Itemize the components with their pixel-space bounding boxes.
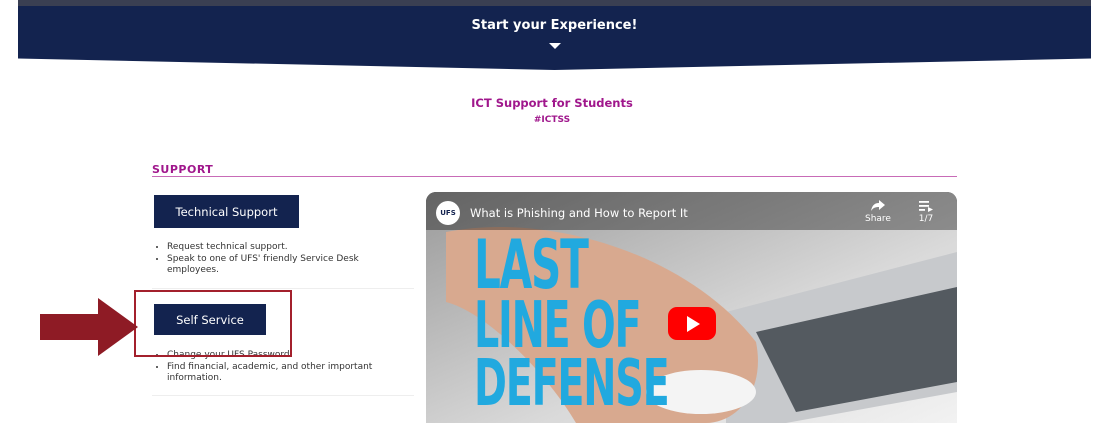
share-label: Share	[865, 214, 891, 224]
play-icon	[687, 315, 700, 332]
page-heading: ICT Support for Students	[471, 96, 633, 110]
channel-logo[interactable]: UFS	[436, 201, 460, 225]
video-player[interactable]: UFS What is Phishing and How to Report I…	[426, 192, 957, 423]
banner-title: Start your Experience!	[471, 18, 638, 33]
playlist-count: 1/7	[918, 214, 934, 224]
page-hashtag: #ICTSS	[533, 115, 571, 125]
share-button[interactable]: Share	[860, 200, 896, 224]
support-section-label: SUPPORT	[152, 163, 214, 176]
playlist-icon	[919, 201, 933, 212]
video-title[interactable]: What is Phishing and How to Report It	[470, 206, 688, 220]
list-item: Find financial, academic, and other impo…	[167, 362, 417, 385]
technical-support-list: Request technical support. Speak to one …	[153, 242, 407, 277]
playlist-button[interactable]: 1/7	[911, 200, 941, 224]
arrow-right-icon	[40, 298, 138, 356]
list-item: Speak to one of UFS' friendly Service De…	[167, 254, 407, 277]
row-divider	[152, 395, 414, 396]
start-experience-banner[interactable]: Start your Experience!	[18, 6, 1091, 70]
caret-down-icon[interactable]	[548, 43, 561, 49]
play-button[interactable]	[668, 307, 716, 340]
highlight-box	[134, 290, 292, 357]
technical-support-button[interactable]: Technical Support	[154, 195, 299, 228]
list-item: Request technical support.	[167, 242, 407, 254]
support-divider	[152, 176, 957, 177]
row-divider	[152, 288, 414, 289]
overlay-text-line: DEFENSE	[474, 347, 670, 421]
share-icon	[871, 200, 885, 211]
